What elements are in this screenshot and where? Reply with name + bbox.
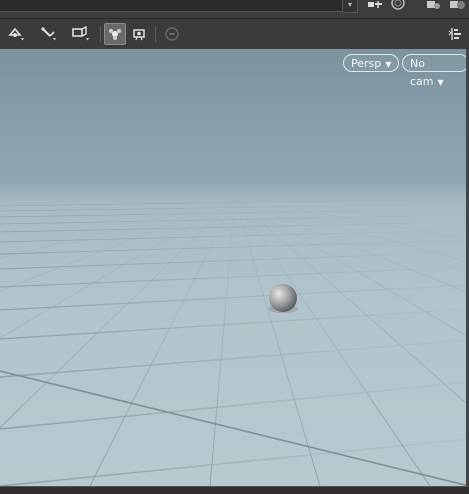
stop-button[interactable] <box>161 23 183 45</box>
align-button[interactable] <box>445 23 467 45</box>
toolbar-separator <box>155 26 156 42</box>
path-field[interactable] <box>0 0 343 12</box>
pose-tool-icon <box>39 25 59 43</box>
camera-view-button[interactable] <box>128 23 150 45</box>
projection-menu-button[interactable]: Persp ▼ <box>343 54 400 72</box>
select-transform-button[interactable] <box>6 23 28 45</box>
link-icon[interactable] <box>366 0 384 12</box>
stop-icon <box>164 26 180 42</box>
shape-cube-icon[interactable] <box>424 0 442 12</box>
handle-tool-button[interactable] <box>70 23 92 45</box>
top-strip: ▾ <box>0 0 469 18</box>
viewport-display-icon <box>107 26 123 42</box>
ground-grid <box>0 198 469 486</box>
path-dropdown-button[interactable]: ▾ <box>342 0 358 13</box>
projection-label: Persp <box>351 57 382 70</box>
camera-view-icon <box>131 26 147 42</box>
viewport-display-button[interactable] <box>104 23 126 45</box>
chevron-down-icon: ▼ <box>437 78 444 87</box>
select-transform-icon <box>7 25 27 43</box>
sphere-object[interactable] <box>268 284 298 313</box>
handle-tool-icon <box>70 25 92 43</box>
shape-cube-plus-icon[interactable] <box>448 0 466 12</box>
pose-tool-button[interactable] <box>38 23 60 45</box>
chevron-down-icon: ▼ <box>385 60 392 69</box>
camera-menu-button[interactable]: No cam ▼ <box>402 54 469 88</box>
scene-viewport[interactable]: Persp ▼ No cam ▼ <box>0 49 469 486</box>
radar-icon[interactable] <box>390 0 406 12</box>
viewport-toolbar <box>0 18 469 50</box>
toolbar-separator <box>100 26 101 42</box>
align-icon <box>447 25 465 43</box>
